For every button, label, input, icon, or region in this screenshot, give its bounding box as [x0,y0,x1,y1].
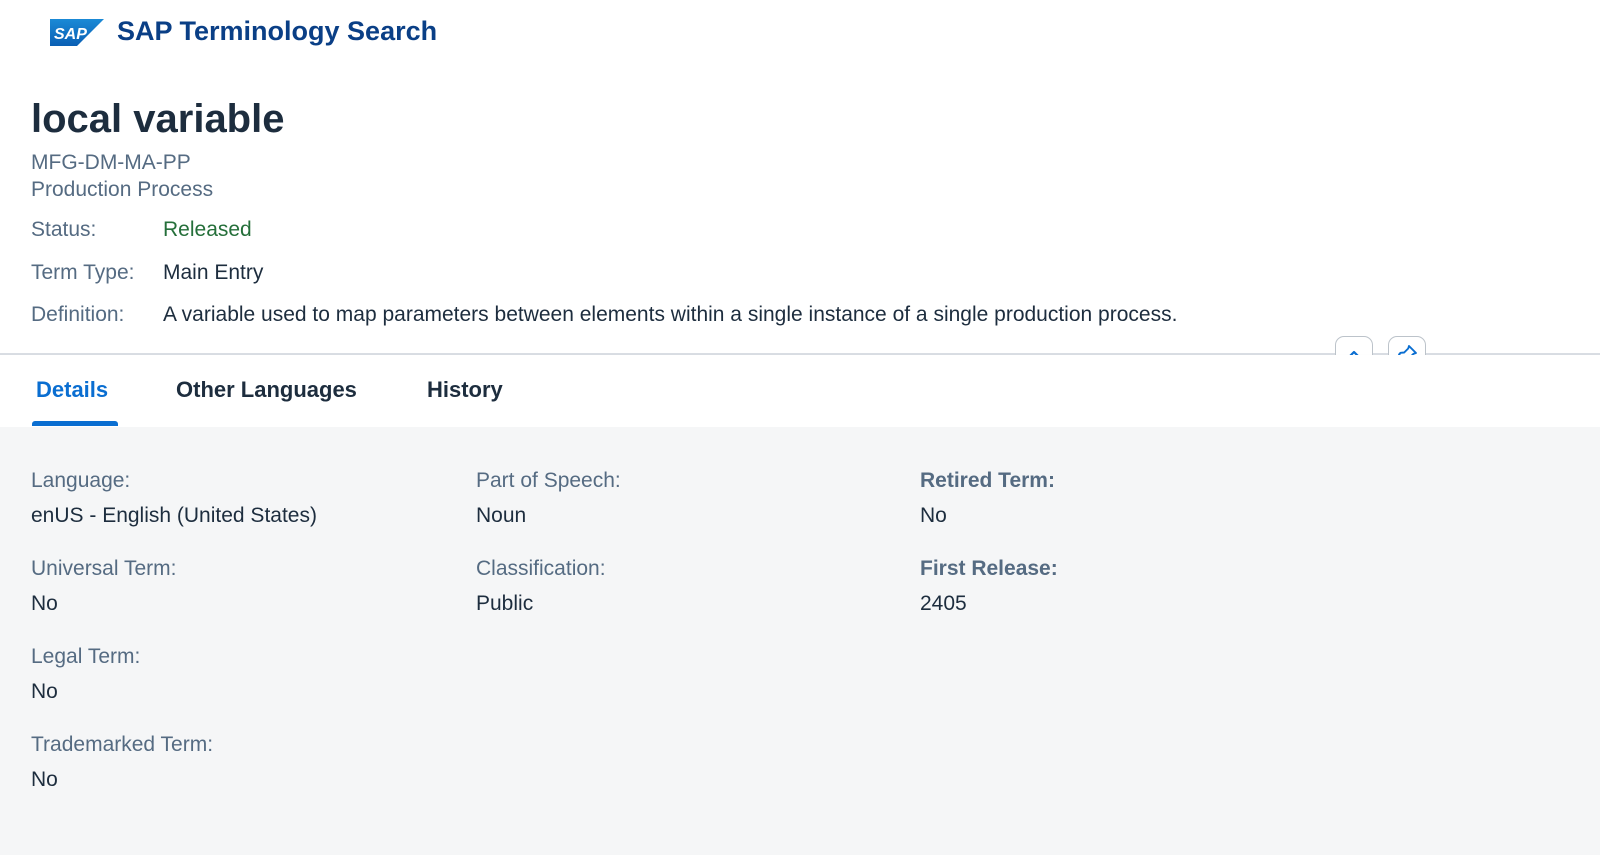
trademarked-term-value: No [31,768,58,791]
page-title: local variable [31,97,285,141]
legal-term-field: Legal Term: No [31,645,140,704]
language-field: Language: enUS - English (United States) [31,469,317,528]
status-value: Released [163,218,252,241]
retired-term-field: Retired Term: No [920,469,1055,528]
legal-term-value: No [31,680,58,703]
sap-logo-text: SAP [54,26,87,43]
tab-history[interactable]: History [427,377,503,403]
selected-tab-indicator [32,421,118,426]
tab-details[interactable]: Details [36,377,108,403]
component-name: Production Process [31,178,214,201]
object-header: local variable MFG-DM-MA-PP Production P… [0,66,1600,354]
definition-attribute: Definition: A variable used to map parame… [31,303,1177,327]
first-release-label: First Release: [920,557,1058,580]
part-of-speech-field: Part of Speech: Noun [476,469,621,528]
status-label: Status: [31,218,97,241]
first-release-field: First Release: 2405 [920,557,1058,616]
language-label: Language: [31,469,131,492]
shell-bar: SAP SAP Terminology Search [0,0,1600,66]
tab-other-languages[interactable]: Other Languages [176,377,357,403]
term-type-label: Term Type: [31,261,135,284]
part-of-speech-value: Noun [476,504,527,527]
retired-term-value: No [920,504,947,527]
status-attribute: Status: Released [31,218,252,242]
component-code: MFG-DM-MA-PP [31,151,191,174]
definition-value: A variable used to map parameters betwee… [163,303,1178,326]
trademarked-term-label: Trademarked Term: [31,733,214,756]
trademarked-term-field: Trademarked Term: No [31,733,213,792]
universal-term-value: No [31,592,58,615]
universal-term-label: Universal Term: [31,557,177,580]
retired-term-label: Retired Term: [920,469,1055,492]
app-title: SAP Terminology Search [117,16,438,46]
classification-value: Public [476,592,534,615]
classification-label: Classification: [476,557,606,580]
classification-field: Classification: Public [476,557,606,616]
language-value: enUS - English (United States) [31,504,317,527]
universal-term-field: Universal Term: No [31,557,176,616]
first-release-value: 2405 [920,592,967,615]
tab-bar: Details Other Languages History [0,355,1600,427]
term-type-value: Main Entry [163,261,264,284]
details-section: Language: enUS - English (United States)… [0,427,1600,855]
term-type-attribute: Term Type: Main Entry [31,261,263,285]
definition-label: Definition: [31,303,125,326]
legal-term-label: Legal Term: [31,645,141,668]
sap-logo[interactable]: SAP [50,19,104,46]
part-of-speech-label: Part of Speech: [476,469,621,492]
